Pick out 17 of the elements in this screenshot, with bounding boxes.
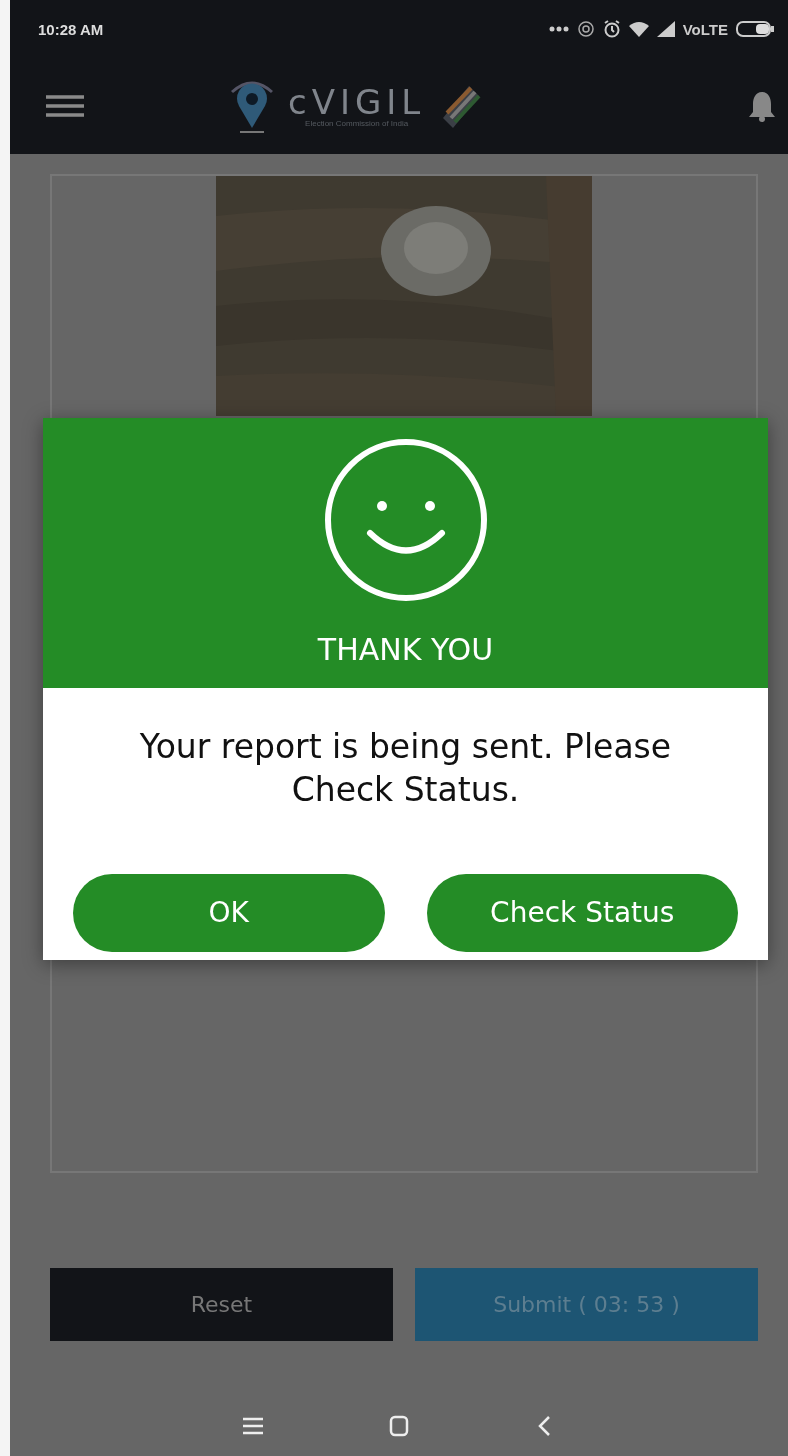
smiley-icon	[323, 438, 488, 602]
ok-button[interactable]: OK	[73, 873, 385, 952]
menu-icon[interactable]	[46, 95, 84, 117]
battery-icon	[736, 21, 774, 37]
status-time: 10:28 AM	[38, 20, 104, 38]
wifi-icon	[628, 21, 649, 37]
reset-button[interactable]: Reset	[50, 1268, 393, 1341]
signal-icon	[656, 21, 675, 37]
more-icon	[548, 26, 569, 32]
app-title: cVIGIL	[288, 84, 426, 119]
alarm-icon	[602, 20, 621, 38]
check-status-button[interactable]: Check Status	[426, 873, 738, 952]
dialog-message: Your report is being sent. Please Check Status.	[138, 726, 673, 811]
network-type: VoLTE	[682, 20, 728, 38]
data-saver-icon	[576, 20, 595, 38]
bell-icon[interactable]	[748, 90, 776, 122]
dialog-title: THANK YOU	[317, 632, 494, 667]
